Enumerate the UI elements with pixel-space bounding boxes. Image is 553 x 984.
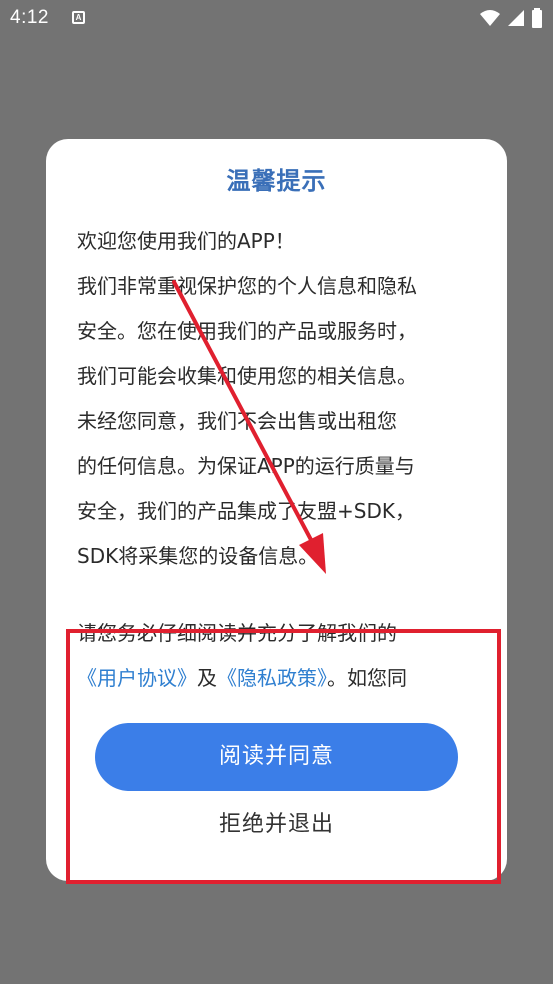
- privacy-dialog: 温馨提示 欢迎您使用我们的APP！ 我们非常重视保护您的个人信息和隐私 安全。您…: [46, 139, 507, 881]
- user-agreement-link[interactable]: 《用户协议》: [77, 666, 197, 687]
- body-line: 我们可能会收集和使用您的相关信息。: [77, 364, 417, 388]
- signal-icon: [507, 10, 524, 26]
- privacy-policy-link[interactable]: 《隐私政策》: [217, 666, 327, 687]
- agree-button[interactable]: 阅读并同意: [95, 723, 458, 791]
- dialog-title: 温馨提示: [226, 167, 327, 195]
- body-line-links: 《用户协议》及《隐私政策》。如您同: [77, 656, 477, 687]
- wifi-icon: [479, 10, 500, 26]
- body-line: 的任何信息。为保证APP的运行质量与: [77, 454, 415, 478]
- body-line: 未经您同意，我们不会出售或出租您: [77, 409, 397, 433]
- body-line: 安全，我们的产品集成了友盟+SDK，: [77, 499, 415, 523]
- body-line: 欢迎您使用我们的APP！: [77, 229, 295, 253]
- body-line: 安全。您在使用我们的产品或服务时，: [77, 319, 417, 343]
- refuse-button[interactable]: 拒绝并退出: [146, 803, 407, 847]
- dialog-body[interactable]: 欢迎您使用我们的APP！ 我们非常重视保护您的个人信息和隐私 安全。您在使用我们…: [77, 219, 477, 687]
- status-time: 4:12: [10, 7, 49, 28]
- status-bar: 4:12 A: [0, 0, 553, 38]
- notification-icon: A: [72, 11, 85, 24]
- and-text: 及: [197, 666, 217, 687]
- body-line-tail: 。如您同: [327, 666, 407, 687]
- body-line: 我们非常重视保护您的个人信息和隐私: [77, 274, 417, 298]
- body-line: 请您务必仔细阅读并充分了解我们的: [77, 621, 397, 645]
- body-line: SDK将采集您的设备信息。: [77, 544, 319, 568]
- status-icons: [479, 8, 543, 28]
- battery-icon: [532, 8, 542, 28]
